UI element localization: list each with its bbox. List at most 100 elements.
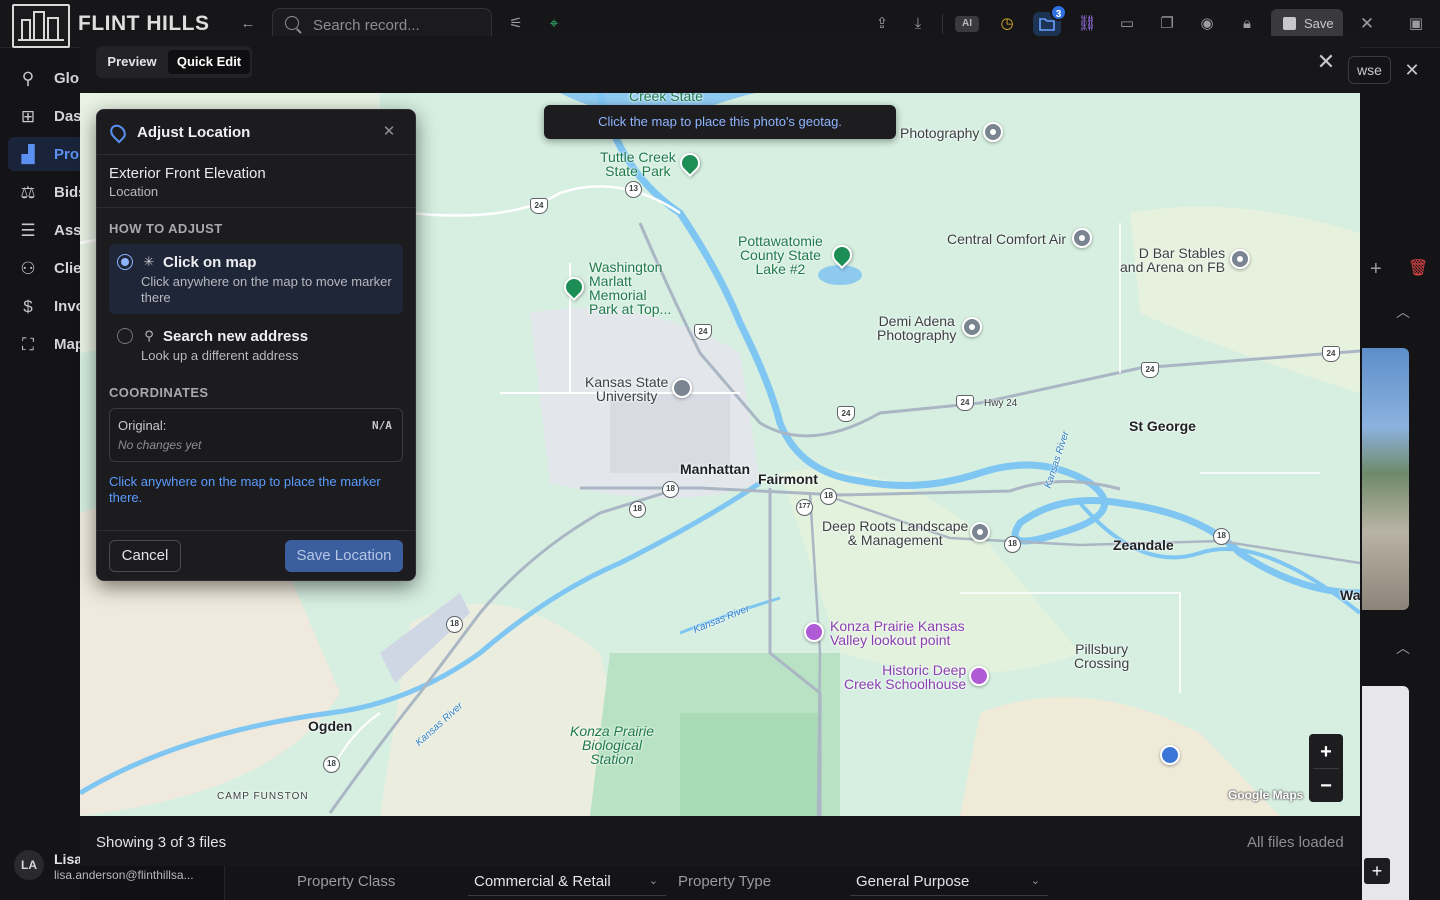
airport-marker-icon[interactable] (1160, 745, 1180, 765)
tab-quick-edit[interactable]: Quick Edit (168, 50, 250, 74)
lock-icon[interactable]: 🔒︎ (1237, 14, 1257, 34)
avatar[interactable]: LA (14, 850, 44, 880)
panel-close-icon[interactable]: ✕ (380, 123, 398, 141)
landmark-marker-icon[interactable] (969, 666, 989, 686)
eye-icon[interactable]: ◉ (1197, 14, 1217, 34)
brand-name: FLINT HILLS (78, 12, 210, 35)
sidebar-item-global-search[interactable]: ⚲ Glob (8, 61, 88, 95)
option-title: Search new address (163, 328, 309, 345)
sidebar-item-label: Ass (54, 222, 82, 239)
map-label-fairmont: Fairmont (758, 471, 818, 487)
logo-buildings-icon (18, 11, 64, 41)
properties-icon: ▟ (21, 145, 35, 164)
route-shield: 177 (796, 499, 813, 516)
coordinates-box (109, 408, 403, 462)
briefcase-icon[interactable]: ▣ (1406, 14, 1426, 34)
user-email: lisa.anderson@flinthillsa... (54, 868, 194, 882)
radio-click-on-map[interactable] (117, 254, 133, 270)
sidebar-item-map[interactable]: ⛶ Map (8, 327, 84, 361)
history-icon[interactable]: ◷ (997, 14, 1017, 34)
poi-marker-icon[interactable] (1230, 249, 1250, 269)
save-button[interactable]: Save (1271, 9, 1343, 39)
how-to-adjust-heading: HOW TO ADJUST (109, 221, 223, 236)
modal-close-icon[interactable]: ✕ (1314, 50, 1338, 74)
poi-marker-icon[interactable] (970, 522, 990, 542)
poi-marker-icon[interactable] (983, 122, 1003, 142)
original-coordinates-label: Original: (118, 418, 167, 433)
download-icon[interactable]: ⤓ (908, 14, 928, 34)
chevron-up-icon[interactable]: ︿ (1396, 302, 1410, 322)
option-description: Click anywhere on the map to move marker… (141, 274, 392, 305)
search-icon: ⚲ (21, 69, 35, 88)
camera-marker-icon[interactable] (804, 622, 824, 642)
route-shield: 24 (1322, 346, 1340, 362)
tab-preview[interactable]: Preview (100, 50, 164, 74)
panel-divider (97, 207, 415, 208)
photo-thumbnail[interactable] (1362, 348, 1409, 610)
map-label-ogden: Ogden (308, 718, 353, 734)
file-count-text: Showing 3 of 3 files (96, 834, 227, 851)
map-label-hwy-24: Hwy 24 (984, 398, 1018, 409)
sidebar-item-invoices[interactable]: $ Invo (8, 289, 85, 323)
map-label-tuttle-creek: Tuttle Creek State Park (600, 149, 676, 179)
poi-marker-icon[interactable] (1072, 228, 1092, 248)
comments-icon[interactable]: ▭ (1117, 14, 1137, 34)
scale-icon: ⚖ (20, 183, 36, 202)
save-location-button[interactable]: Save Location (285, 540, 403, 572)
browse-button[interactable]: wse (1348, 56, 1391, 84)
brand-logo[interactable] (12, 4, 70, 48)
upload-icon[interactable]: ⇪ (872, 14, 892, 34)
files-count-badge: 3 (1050, 4, 1067, 21)
map-label-pillsbury-crossing: Pillsbury Crossing (1074, 641, 1130, 671)
route-shield: 18 (1213, 528, 1230, 545)
route-shield: 24 (1141, 362, 1159, 378)
sidebar-item-bids[interactable]: ⚖ Bids (8, 175, 86, 209)
link-icon[interactable]: ⛓ (1077, 14, 1097, 34)
sidebar-item-assessments[interactable]: ☰ Ass (8, 213, 82, 247)
route-shield: 13 (625, 181, 642, 198)
zoom-out-button[interactable]: − (1309, 769, 1343, 803)
original-coordinates-value: N/A (372, 419, 392, 432)
user-name: Lisa (54, 851, 83, 867)
chevron-up-icon[interactable]: ︿ (1396, 638, 1410, 658)
location-pin-icon[interactable]: ⌖ (544, 14, 564, 34)
property-class-label: Property Class (297, 873, 396, 890)
save-disk-icon (1283, 17, 1296, 30)
route-shield: 18 (1004, 536, 1021, 553)
cancel-button[interactable]: Cancel (109, 540, 181, 572)
back-arrow-icon[interactable]: ← (238, 14, 258, 34)
property-class-select[interactable]: Commercial & Retail ⌄ (468, 868, 666, 896)
map-label-kansas-state-university: Kansas State University (585, 374, 669, 404)
property-type-label: Property Type (678, 873, 772, 890)
toolbar-divider (942, 14, 943, 34)
map-label-camp-funston: CAMP FUNSTON (217, 791, 309, 802)
copy-icon[interactable]: ❐ (1157, 14, 1177, 34)
radio-search-new-address[interactable] (117, 328, 133, 344)
users-icon: ⚇ (20, 259, 36, 278)
ai-button[interactable]: AI (955, 16, 979, 32)
property-type-select[interactable]: General Purpose ⌄ (850, 868, 1048, 896)
map-label-demi-adena: Demi Adena Photography (877, 313, 957, 343)
map-label-central-comfort-air: Central Comfort Air (947, 231, 1067, 247)
option-title: Click on map (163, 254, 257, 271)
panel-title: Adjust Location (137, 124, 251, 141)
route-shield: 24 (837, 406, 855, 422)
sidebar-item-label: Das (54, 108, 82, 125)
close-record-icon[interactable]: ✕ (1357, 14, 1377, 34)
university-marker-icon[interactable] (672, 378, 692, 398)
filter-sliders-icon[interactable]: ⚟ (506, 14, 526, 34)
trash-icon[interactable]: 🗑︎ (1408, 258, 1428, 278)
zoom-in-button[interactable]: + (1309, 735, 1343, 769)
sidebar-item-clients[interactable]: ⚇ Clie (8, 251, 81, 285)
search-icon (285, 16, 299, 30)
poi-marker-icon[interactable] (962, 317, 982, 337)
modal-footer (80, 816, 1360, 866)
panel-divider (97, 530, 415, 531)
sidebar-item-properties[interactable]: ▟ Prop (8, 137, 88, 171)
add-icon[interactable]: + (1370, 258, 1382, 281)
route-shield: 18 (629, 501, 646, 518)
files-loaded-status: All files loaded (1247, 834, 1344, 851)
close-icon[interactable]: ✕ (1402, 58, 1422, 82)
mini-map-zoom-in-icon[interactable]: + (1364, 858, 1390, 884)
sidebar-item-dashboard[interactable]: ⊞ Das (8, 99, 82, 133)
